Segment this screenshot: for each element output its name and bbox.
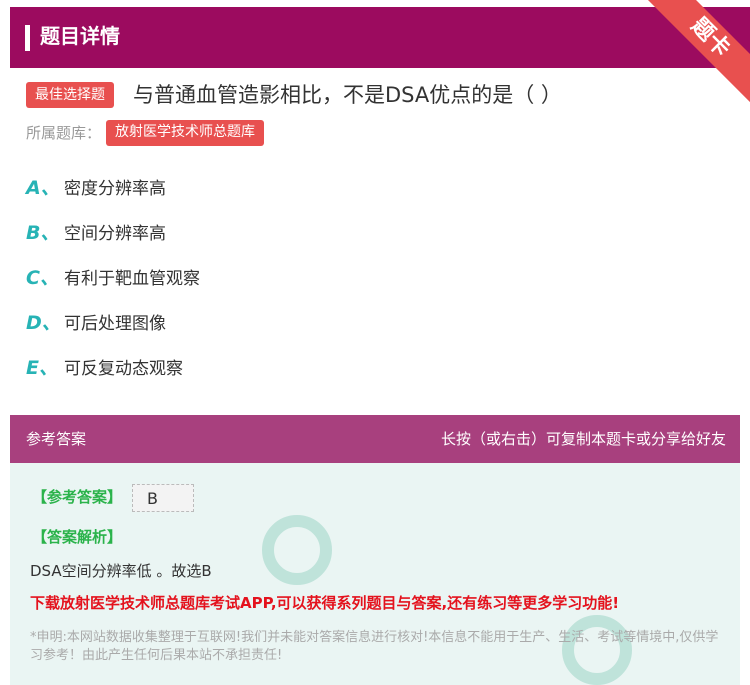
- option-letter: E、: [26, 357, 58, 379]
- option-text: 空间分辨率高: [64, 224, 166, 244]
- page-title: 题目详情: [40, 24, 120, 48]
- watermark-logo-icon: [262, 515, 332, 585]
- header-accent-bar: [25, 25, 30, 51]
- app-download-promo[interactable]: 下载放射医学技术师总题库考试APP,可以获得系列题目与答案,还有练习等更多学习功…: [30, 592, 619, 614]
- option-text: 可后处理图像: [64, 314, 166, 334]
- share-hint: 长按（或右击）可复制本题卡或分享给好友: [440, 430, 726, 448]
- option-b[interactable]: B、 空间分辨率高: [26, 218, 166, 248]
- question-text: 与普通血管造影相比，不是DSA优点的是（ ）: [133, 83, 562, 107]
- answer-section-header: 参考答案 长按（或右击）可复制本题卡或分享给好友: [10, 415, 740, 463]
- question-type-tag: 最佳选择题: [26, 82, 114, 108]
- option-letter: A、: [26, 177, 60, 199]
- question-card-badge[interactable]: 题卡: [641, 0, 750, 107]
- disclaimer-text: *申明:本网站数据收集整理于互联网!我们并未能对答案信息进行核对!本信息不能用于…: [30, 630, 719, 663]
- explanation-label: 【答案解析】: [32, 528, 123, 546]
- library-tag[interactable]: 放射医学技术师总题库: [106, 120, 264, 146]
- option-letter: C、: [26, 267, 59, 289]
- answer-section-body: 【参考答案】 B 【答案解析】 DSA空间分辨率低 。故选B 下载放射医学技术师…: [10, 463, 740, 685]
- option-a[interactable]: A、 密度分辨率高: [26, 173, 166, 203]
- option-d[interactable]: D、 可后处理图像: [26, 308, 166, 338]
- answer-section-title: 参考答案: [26, 430, 87, 448]
- option-text: 可反复动态观察: [64, 359, 183, 379]
- answer-label: 【参考答案】: [32, 488, 123, 506]
- option-text: 密度分辨率高: [64, 179, 166, 199]
- library-label: 所属题库：: [26, 124, 102, 142]
- option-text: 有利于靶血管观察: [64, 269, 200, 289]
- option-e[interactable]: E、 可反复动态观察: [26, 353, 183, 383]
- answer-value: B: [132, 484, 194, 512]
- option-letter: D、: [26, 312, 61, 334]
- explanation-text: DSA空间分辨率低 。故选B: [30, 562, 212, 580]
- page-header: 题目详情 题卡: [10, 0, 750, 107]
- option-letter: B、: [26, 222, 60, 244]
- option-c[interactable]: C、 有利于靶血管观察: [26, 263, 200, 293]
